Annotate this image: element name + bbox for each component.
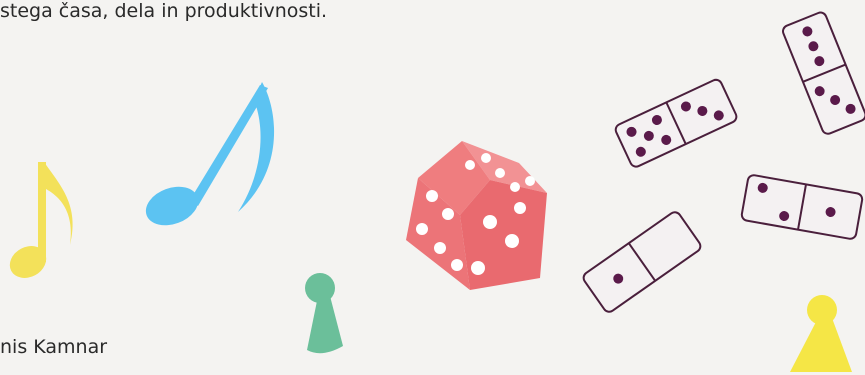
decorations (9, 11, 865, 372)
domino-icon (740, 174, 864, 240)
pawn-icon (305, 273, 343, 354)
domino-icon (614, 78, 738, 168)
domino-icon (782, 11, 865, 135)
domino-icon (582, 211, 702, 313)
illustration-canvas: stega časa, dela in produktivnosti. nis … (0, 0, 865, 375)
music-note-icon (9, 162, 73, 278)
die-icon (406, 141, 547, 290)
music-note-icon (145, 82, 275, 226)
pawn-icon (790, 295, 852, 372)
